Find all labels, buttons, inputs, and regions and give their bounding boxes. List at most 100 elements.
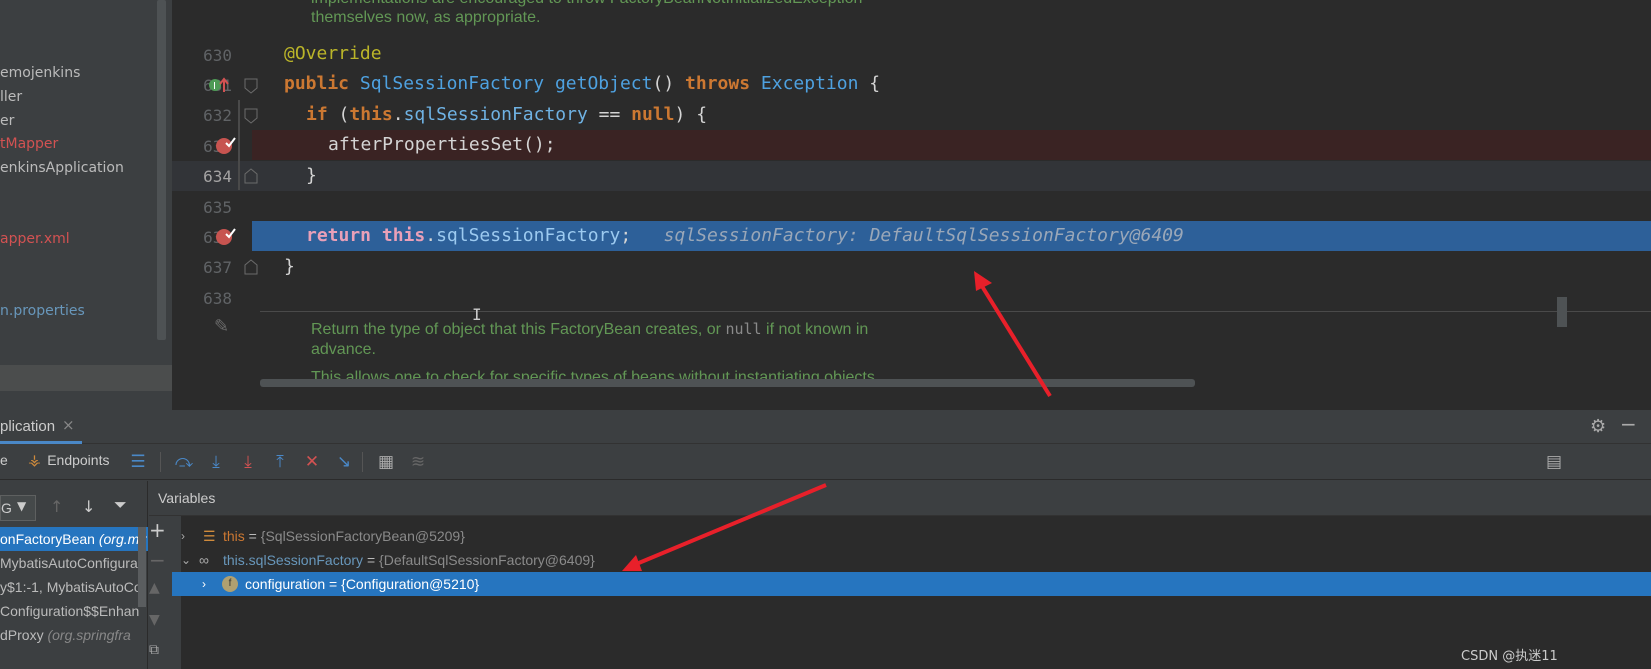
edit-doc-icon[interactable]: ✎ [214,316,229,337]
variable-row-sqlsessionfactory[interactable]: ⌄ ∞ this.sqlSessionFactory = {DefaultSql… [181,548,1651,572]
evaluate-expression-icon[interactable]: ▦ [376,452,396,472]
tree-item-controller[interactable]: ller [0,89,22,105]
line-number: 637 [203,258,232,277]
remove-watch-icon[interactable]: − [149,548,166,572]
fold-end-icon[interactable] [244,168,258,184]
frame-label: y$1:-1, MybatisAutoCo [0,579,142,595]
code-line-631: public SqlSessionFactory getObject() thr… [284,73,880,94]
move-down-icon[interactable]: ▼ [149,612,160,628]
field-f-icon: f [222,576,238,592]
layout-settings-icon[interactable]: ▤ [1544,452,1564,472]
run-to-cursor-icon[interactable]: ↘ [334,452,354,472]
tree-item-mapper-xml[interactable]: apper.xml [0,231,70,247]
filter-icon[interactable]: ⏷ [114,495,127,515]
tree-item-demojenkins[interactable]: emojenkins [0,65,80,81]
gear-icon[interactable]: ⚙ [1590,416,1606,437]
frames-scrollbar[interactable] [138,527,146,607]
frame-label: MybatisAutoConfigura [0,555,138,571]
watermark: CSDN @执迷11 [1461,649,1558,664]
chevron-down-icon[interactable]: ⌄ [181,548,191,572]
annotation: @Override [284,43,382,64]
project-scrollbar[interactable] [157,0,166,340]
red-arrow-annotation [622,483,827,571]
keyword: return [306,225,372,246]
move-up-icon[interactable]: ▲ [149,580,160,596]
doc-text: Return the type of object that this Fact… [311,321,721,338]
endpoints-tab[interactable]: ⚶ Endpoints [28,451,109,469]
line-number: 634 [203,167,232,186]
tree-item-label: ller [0,89,23,105]
fold-icon[interactable] [244,108,258,124]
frame-item[interactable]: dProxy (org.springfra [0,623,148,647]
tree-selected-row [0,365,172,391]
code-line-636: return this.sqlSessionFactory; sqlSessio… [306,225,1184,246]
frames-panel: G ▼ ↑ ↓ ⏷ onFactoryBean (org.my MybatisA… [0,481,148,669]
fold-end-icon[interactable] [244,259,258,275]
fold-icon[interactable] [244,78,258,94]
line-number: 630 [203,46,232,65]
tree-item-properties[interactable]: n.properties [0,303,85,319]
endpoints-label: Endpoints [47,452,110,468]
frames-menu-icon[interactable]: ☰ [128,452,148,472]
code-line-633: afterPropertiesSet(); [328,134,556,155]
variable-value: {Configuration@5210} [341,576,480,592]
toolbar-divider [362,452,363,472]
arrow-down-icon[interactable]: ↓ [82,497,95,516]
implements-override-icon[interactable]: I [208,76,230,94]
tree-item-application[interactable]: enkinsApplication [0,160,124,176]
drop-frame-icon[interactable]: ✕ [302,452,322,472]
tree-item-mapper[interactable]: tMapper [0,136,58,152]
variables-title: Variables [158,490,216,506]
thread-selector-value: G [1,500,12,516]
variable-row-configuration[interactable]: › f configuration = {Configuration@5210} [172,572,1651,596]
chevron-down-icon: ▼ [17,499,27,513]
frame-item[interactable]: MybatisAutoConfigura [0,551,148,575]
close-icon[interactable]: × [62,416,75,434]
keyword: null [631,104,675,125]
code-line-637: } [284,256,295,277]
code-token: . [425,225,437,246]
code-line-634: } [306,165,317,186]
variable-row-this[interactable]: › ☰ this = {SqlSessionFactoryBean@5209} [181,524,1651,548]
doc-separator [260,311,1651,312]
frame-item[interactable]: Configuration$$Enhan [0,599,148,623]
debug-tab[interactable]: plication × [0,410,82,444]
code-editor[interactable]: implementations are encouraged to throw … [172,0,1651,410]
debug-header: plication × ⚙ − [0,410,1651,444]
doc-comment-line: implementations are encouraged to throw … [311,0,862,8]
add-watch-icon[interactable]: + [149,518,166,542]
frame-label: dProxy [0,627,44,643]
breakpoint-icon[interactable] [214,226,236,248]
chevron-right-icon[interactable]: › [202,572,206,596]
chevron-right-icon[interactable]: › [181,524,185,548]
inline-debug-value: sqlSessionFactory: DefaultSqlSessionFact… [663,225,1184,246]
editor-vertical-scrollbar[interactable] [1557,297,1567,327]
copy-icon[interactable]: ⧉ [149,642,159,658]
line-number: 638 [203,289,232,308]
keyword: public [284,73,350,94]
trace-stream-icon[interactable]: ≋ [408,452,428,472]
variable-eq: = [325,576,342,592]
frame-item-selected[interactable]: onFactoryBean (org.my [0,527,148,551]
tree-item-label: apper.xml [0,231,70,247]
keyword: this [349,104,393,125]
console-tab-label[interactable]: e [0,452,8,468]
keyword: throws [685,73,751,94]
code-token: . [392,104,404,125]
minimize-icon[interactable]: − [1620,412,1637,436]
doc-comment-line: Return the type of object that this Fact… [311,320,868,339]
force-step-into-icon[interactable]: ⤓ [238,452,258,472]
variables-header: Variables [149,481,1651,516]
step-out-icon[interactable]: ⤒ [270,452,290,472]
breakpoint-icon[interactable] [214,135,236,157]
svg-text:I: I [213,81,216,92]
arrow-up-icon[interactable]: ↑ [50,497,63,516]
variable-value: {SqlSessionFactoryBean@5209} [260,528,465,544]
step-over-icon[interactable]: ⤼ [174,452,194,472]
thread-selector[interactable]: G ▼ [0,495,36,521]
indent-guide [238,100,240,190]
step-into-icon[interactable]: ⤓ [206,452,226,472]
code-line-630: @Override [284,43,382,64]
tree-item-mapper-pkg[interactable]: er [0,113,14,129]
frame-item[interactable]: y$1:-1, MybatisAutoCo [0,575,148,599]
